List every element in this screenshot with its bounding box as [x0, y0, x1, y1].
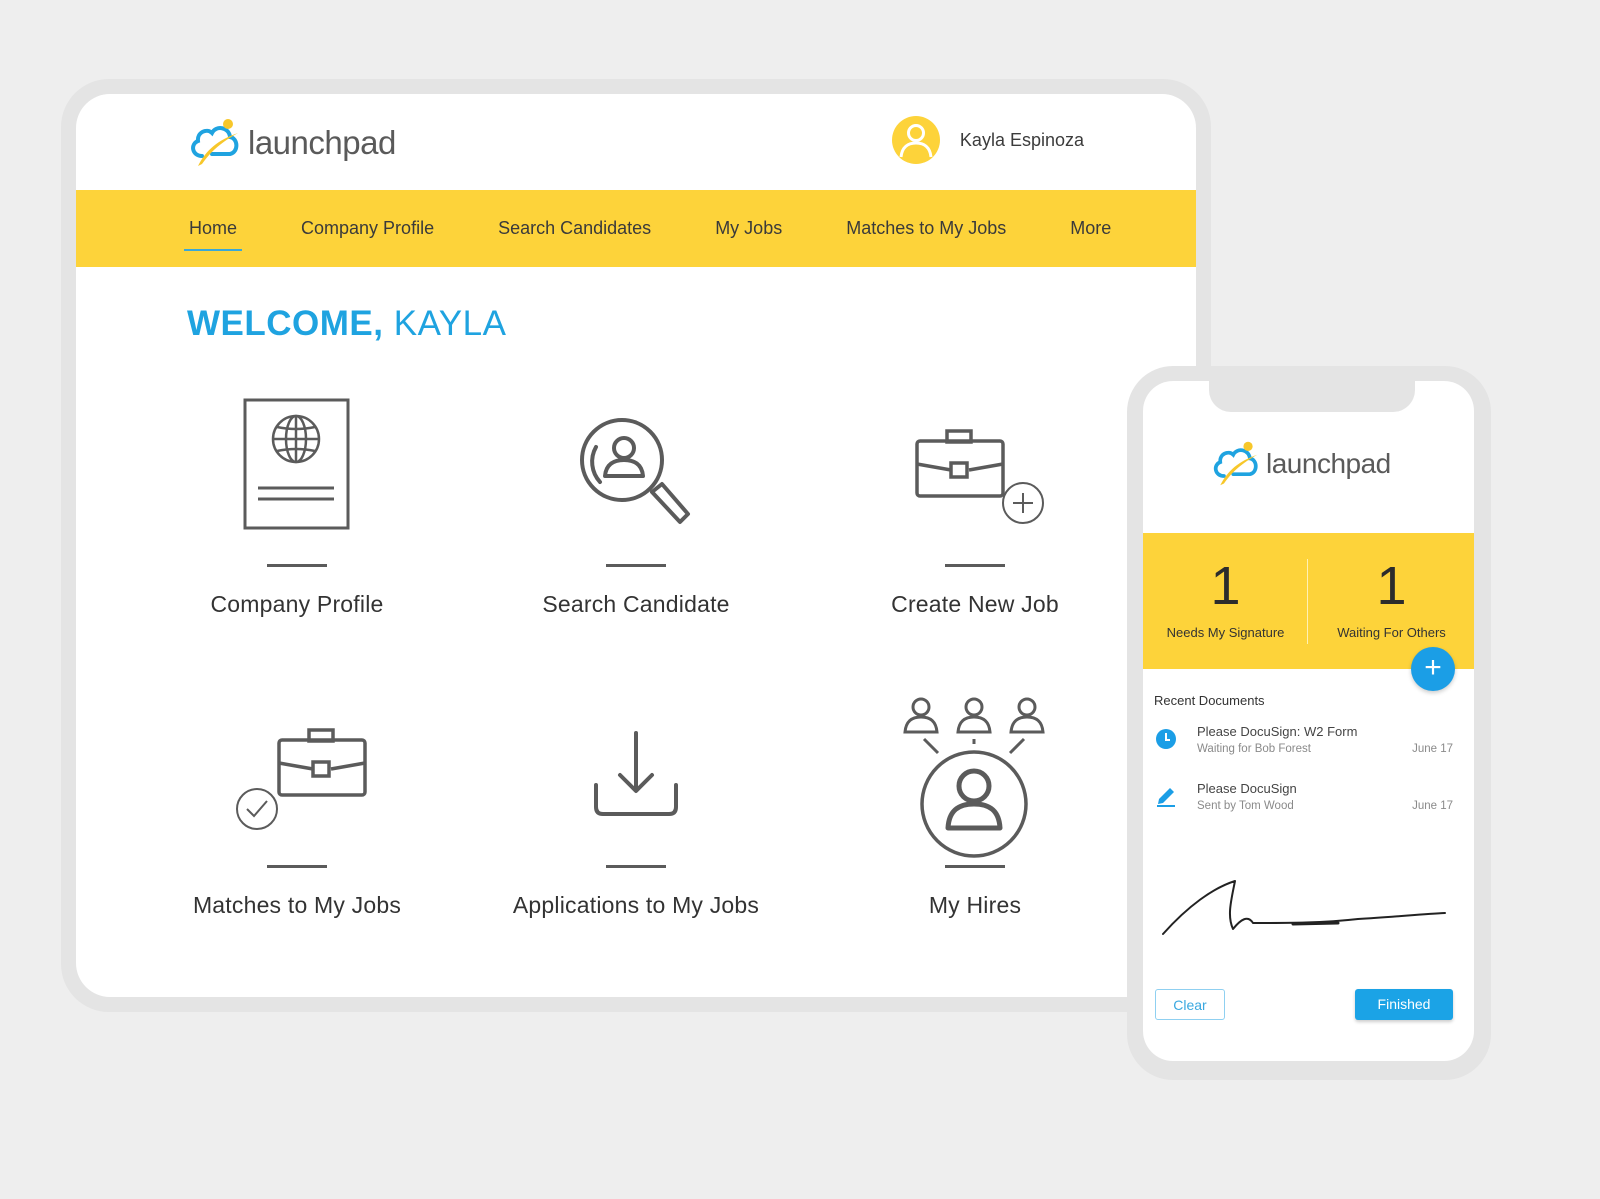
tile-divider [945, 564, 1005, 567]
welcome-name: KAYLA [393, 304, 507, 343]
tile-label: Create New Job [891, 591, 1059, 617]
nav-my-jobs[interactable]: My Jobs [710, 218, 787, 239]
tile-applications-to-my-jobs[interactable]: Applications to My Jobs [466, 695, 806, 919]
document-title: Please DocuSign: W2 Form [1197, 724, 1358, 739]
tile-divider [267, 564, 327, 567]
tile-divider [606, 865, 666, 868]
tile-label: Search Candidate [542, 591, 730, 617]
briefcase-check-icon [236, 728, 367, 830]
document-item[interactable]: Please DocuSign Sent by Tom Wood June 17 [1143, 781, 1474, 821]
logo[interactable]: launchpad [188, 116, 396, 170]
stat-value: 1 [1376, 556, 1407, 616]
document-subtitle: Sent by Tom Wood [1197, 800, 1294, 812]
main-nav: Home Company Profile Search Candidates M… [76, 190, 1196, 267]
header: launchpad Kayla Espinoza [76, 94, 1196, 190]
add-button[interactable]: + [1411, 647, 1455, 691]
document-date: June 17 [1412, 743, 1453, 755]
stat-label: Needs My Signature [1166, 625, 1285, 640]
nav-matches-to-my-jobs[interactable]: Matches to My Jobs [841, 218, 1011, 239]
tile-label: Matches to My Jobs [192, 892, 402, 918]
tile-label: Company Profile [210, 591, 384, 617]
logo-text: launchpad [248, 124, 396, 161]
clock-icon [1156, 729, 1176, 749]
stat-waiting-for-others[interactable]: 1 Waiting For Others [1309, 533, 1474, 640]
tile-label: Applications to My Jobs [512, 892, 760, 918]
briefcase-plus-icon [915, 429, 1044, 524]
logo-text: launchpad [1266, 448, 1391, 479]
document-date: June 17 [1412, 800, 1453, 812]
launchpad-logo-icon [1213, 441, 1258, 486]
phone-screen: launchpad 1 Needs My Signature 1 Waiting… [1143, 381, 1474, 1061]
tile-label: My Hires [928, 892, 1022, 918]
user-name: Kayla Espinoza [959, 129, 1084, 150]
tablet-screen: launchpad Kayla Espinoza Home Company Pr… [76, 94, 1196, 997]
tile-divider [606, 564, 666, 567]
tile-create-new-job[interactable]: Create New Job [805, 394, 1145, 618]
stat-needs-my-signature[interactable]: 1 Needs My Signature [1143, 533, 1308, 640]
user-avatar-icon [891, 116, 940, 164]
download-icon [594, 731, 678, 816]
pencil-icon [1157, 788, 1175, 807]
page-title: WELCOME, KAYLA [187, 304, 506, 344]
signature-pad[interactable] [1143, 861, 1474, 951]
nav-more[interactable]: More [1065, 218, 1116, 239]
stat-value: 1 [1210, 556, 1241, 616]
nav-search-candidates[interactable]: Search Candidates [493, 218, 656, 239]
clear-button[interactable]: Clear [1155, 989, 1225, 1020]
search-person-icon [580, 418, 690, 524]
people-network-icon [903, 697, 1045, 858]
tile-company-profile[interactable]: Company Profile [127, 394, 467, 618]
finished-button[interactable]: Finished [1355, 989, 1453, 1020]
phone-notch [1209, 381, 1415, 412]
stat-divider [1307, 559, 1308, 644]
welcome-greeting: WELCOME, [187, 304, 384, 343]
passport-globe-icon [243, 398, 350, 530]
tile-divider [945, 865, 1005, 868]
launchpad-logo-icon [191, 119, 239, 166]
user-menu[interactable]: Kayla Espinoza [891, 116, 1084, 164]
nav-company-profile[interactable]: Company Profile [296, 218, 439, 239]
stat-label: Waiting For Others [1337, 625, 1446, 640]
tile-search-candidate[interactable]: Search Candidate [466, 394, 806, 618]
recent-documents-title: Recent Documents [1154, 693, 1265, 708]
tile-my-hires[interactable]: My Hires [805, 695, 1145, 919]
tile-divider [267, 865, 327, 868]
document-title: Please DocuSign [1197, 781, 1297, 796]
tile-matches-to-my-jobs[interactable]: Matches to My Jobs [127, 695, 467, 919]
document-item[interactable]: Please DocuSign: W2 Form Waiting for Bob… [1143, 724, 1474, 764]
document-subtitle: Waiting for Bob Forest [1197, 743, 1311, 755]
nav-home[interactable]: Home [184, 218, 243, 251]
phone-logo[interactable]: launchpad [1211, 439, 1391, 489]
